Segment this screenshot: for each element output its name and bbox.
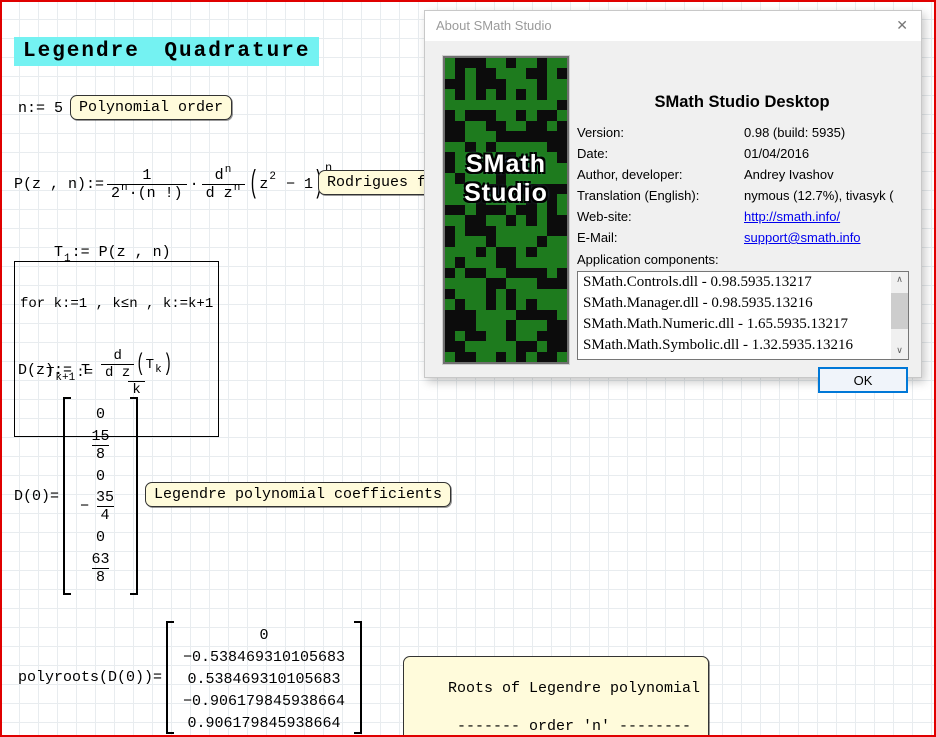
list-item[interactable]: SMath.Manager.dll - 0.98.5935.13216 xyxy=(578,293,888,314)
note-coefficients[interactable]: Legendre polynomial coefficients xyxy=(145,482,452,507)
polyroots-evaluation[interactable]: polyroots(D(0))= 0 −0.538469310105683 0.… xyxy=(18,620,363,735)
matrix-cell: 15 8 xyxy=(91,427,110,463)
matrix-cell: 0 xyxy=(96,529,106,547)
d0-evaluation[interactable]: D(0)= 0 15 8 0 −35 4 0 63 8 xyxy=(14,396,139,596)
dialog-titlebar[interactable]: About SMath Studio ✕ xyxy=(425,11,921,41)
polyroots-lhs: polyroots(D(0))= xyxy=(18,669,163,686)
matrix-cell: 0 xyxy=(96,467,106,485)
dialog-body: SMath Studio SMath Studio Desktop Versio… xyxy=(425,41,921,393)
matrix-cell: −0.538469310105683 xyxy=(183,649,346,666)
matrix-cell: 63 8 xyxy=(91,551,110,587)
derivative-fraction: dn d zn xyxy=(201,164,246,202)
scroll-up-icon[interactable]: ∧ xyxy=(891,272,908,288)
dz-definition[interactable]: D(z):= T xyxy=(18,362,90,379)
left-paren: ( xyxy=(249,166,259,202)
matrix-cell: 0.538469310105683 xyxy=(187,671,341,688)
matrix-cell: 0.906179845938664 xyxy=(187,715,341,732)
fraction: 1 2n·(n !) xyxy=(107,167,187,202)
d0-matrix: 0 15 8 0 −35 4 0 63 8 xyxy=(63,397,139,595)
smath-logo: SMath Studio xyxy=(442,55,570,365)
note-text: Polynomial order xyxy=(79,99,224,116)
d0-lhs: D(0)= xyxy=(14,487,60,505)
field-translation: Translation (English): nymous (12.7%), ti… xyxy=(577,188,894,203)
matrix-cell: 0 xyxy=(96,405,106,423)
matrix-cell: 0 xyxy=(259,627,269,644)
right-paren: ) xyxy=(163,350,173,379)
field-version: Version: 0.98 (build: 5935) xyxy=(577,125,846,140)
list-item[interactable]: SMath.Math.Symbolic.dll - 1.32.5935.1321… xyxy=(578,335,888,356)
matrix-bracket-left xyxy=(63,397,72,595)
matrix-bracket-right xyxy=(130,397,139,595)
matrix-cell: −0.906179845938664 xyxy=(183,693,346,710)
components-label: Application components: xyxy=(577,252,719,267)
note-roots[interactable]: Roots of Legendre polynomial ------- ord… xyxy=(403,656,710,737)
p-definition[interactable]: P(z , n):= 1 2n·(n !) · dn d zn ( z2 − 1… xyxy=(14,152,332,216)
field-website: Web-site: http://smath.info/ xyxy=(577,209,841,224)
note-text-line2: ------- order 'n' -------- xyxy=(457,718,692,735)
field-email: E-Mail: support@smath.info xyxy=(577,230,861,245)
list-item[interactable]: SMath.Math.Numeric.dll - 1.65.5935.13217 xyxy=(578,314,888,335)
p-lhs: P(z , n):= xyxy=(14,175,105,193)
note-text-line1: Roots of Legendre polynomial xyxy=(448,680,701,697)
components-listbox[interactable]: SMath.Controls.dll - 0.98.5935.13217 SMa… xyxy=(577,271,909,360)
scroll-down-icon[interactable]: ∨ xyxy=(891,343,908,359)
about-dialog: About SMath Studio ✕ SMath Studio SMath … xyxy=(424,10,922,393)
smath-logo-text: SMath Studio xyxy=(464,150,548,207)
list-item[interactable]: SMath.Controls.dll - 0.98.5935.13217 xyxy=(578,272,888,293)
field-date: Date: 01/04/2016 xyxy=(577,146,810,161)
smath-logo-pattern xyxy=(445,58,567,362)
scrollbar-thumb[interactable] xyxy=(891,293,908,329)
note-text: Rodrigues f xyxy=(327,174,427,191)
field-author: Author, developer: Andrey Ivashov xyxy=(577,167,834,182)
matrix-bracket-left xyxy=(166,621,175,734)
note-text: Legendre polynomial coefficients xyxy=(154,486,443,503)
multiply-dot: · xyxy=(189,175,199,193)
close-icon[interactable]: ✕ xyxy=(896,17,908,34)
website-link[interactable]: http://smath.info/ xyxy=(744,209,840,224)
dialog-heading: SMath Studio Desktop xyxy=(654,93,830,111)
left-paren: ( xyxy=(136,350,145,379)
for-loop-header: for k:=1 , k≤n , k:=k+1 xyxy=(20,296,214,312)
email-link[interactable]: support@smath.info xyxy=(744,230,861,245)
listbox-scrollbar[interactable]: ∧ ∨ xyxy=(891,272,908,359)
polyroots-matrix: 0 −0.538469310105683 0.538469310105683 −… xyxy=(166,621,363,734)
ok-button[interactable]: OK xyxy=(818,367,908,393)
dialog-title: About SMath Studio xyxy=(436,18,552,33)
matrix-cell: −35 4 xyxy=(80,489,115,525)
worksheet-canvas: Legendre Quadrature n:= 5 Polynomial ord… xyxy=(0,0,936,737)
matrix-bracket-right xyxy=(354,621,363,734)
page-title[interactable]: Legendre Quadrature xyxy=(14,37,320,66)
note-polynomial-order[interactable]: Polynomial order xyxy=(70,95,233,120)
n-definition[interactable]: n:= 5 xyxy=(18,100,63,117)
